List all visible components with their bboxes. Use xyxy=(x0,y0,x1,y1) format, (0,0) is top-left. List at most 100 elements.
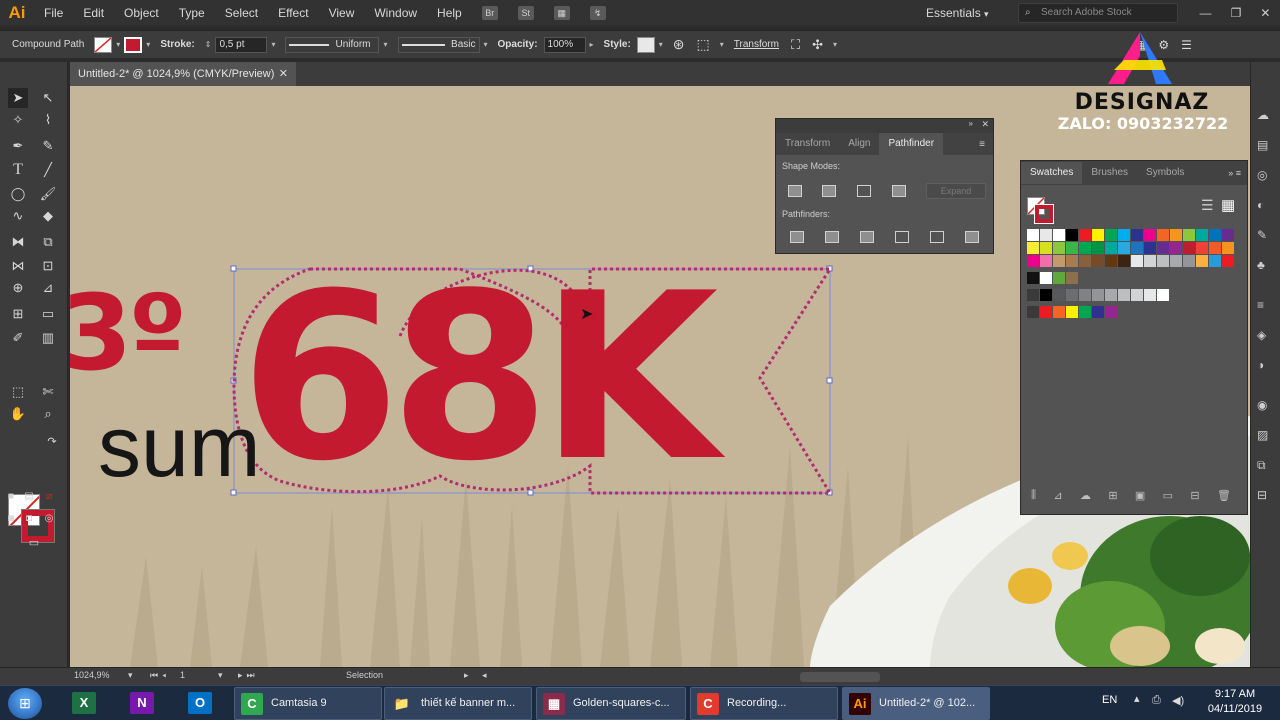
dock-icon-brushes[interactable]: ✎ xyxy=(1257,228,1267,242)
color-mode-icon[interactable]: ■ xyxy=(4,490,18,504)
swatch-chip[interactable] xyxy=(1105,255,1117,267)
tab-brushes[interactable]: Brushes xyxy=(1082,162,1137,184)
swatch-chip[interactable] xyxy=(1222,242,1234,254)
minimize-button[interactable]: — xyxy=(1200,6,1212,20)
swatch-chip[interactable] xyxy=(1053,242,1065,254)
brush-definition[interactable]: Basic xyxy=(397,36,480,53)
variable-width-profile[interactable]: Uniform xyxy=(285,36,380,53)
active-stroke-swatch[interactable] xyxy=(1034,204,1054,224)
list-view-icon[interactable]: ☰ xyxy=(1201,197,1214,214)
zoom-dropdown-icon[interactable]: ▾ xyxy=(128,670,138,684)
style-dropdown-icon[interactable]: ▾ xyxy=(655,40,667,49)
swatch-chip[interactable] xyxy=(1118,289,1130,301)
swatch-chip[interactable] xyxy=(1066,229,1078,241)
network-icon[interactable]: ⎙ xyxy=(1152,694,1166,710)
taskbar-recording[interactable]: C Recording... xyxy=(690,687,838,720)
clock-time[interactable]: 9:17 AM xyxy=(1200,688,1270,702)
graphic-style-swatch[interactable] xyxy=(636,36,655,53)
swatch-chip[interactable] xyxy=(1131,242,1143,254)
type-tool-icon[interactable]: T xyxy=(8,160,28,180)
stroke-swatch[interactable] xyxy=(124,36,143,53)
divide-icon[interactable] xyxy=(790,231,804,243)
pen-tool-icon[interactable]: ✒ xyxy=(8,136,28,156)
onenote-icon[interactable]: N xyxy=(130,692,154,714)
recolor-artwork-icon[interactable]: ⊛ xyxy=(667,36,691,53)
cloud-libraries-icon[interactable]: ☁ xyxy=(1080,489,1091,505)
swatch-chip[interactable] xyxy=(1105,306,1117,318)
menu-select[interactable]: Select xyxy=(215,0,268,26)
artboard-prev-icon[interactable]: ⏮◂ xyxy=(150,670,180,684)
stroke-weight-field[interactable]: 0,5 pt xyxy=(215,36,268,53)
swatch-chip[interactable] xyxy=(1079,242,1091,254)
outlook-icon[interactable]: O xyxy=(188,692,212,714)
menu-edit[interactable]: Edit xyxy=(73,0,114,26)
paintbrush-tool-icon[interactable]: 🖌 xyxy=(38,184,58,204)
swatch-chip[interactable] xyxy=(1183,242,1195,254)
swap-fill-stroke-icon[interactable]: ↷ xyxy=(42,432,62,452)
tab-align[interactable]: Align xyxy=(839,133,879,155)
taskbar-illustrator[interactable]: Ai Untitled-2* @ 102... xyxy=(842,687,990,720)
swatch-chip[interactable] xyxy=(1053,255,1065,267)
align-to-icon[interactable]: ⬚ xyxy=(691,36,716,53)
swatch-chip[interactable] xyxy=(1092,289,1104,301)
scale-tool-icon[interactable]: ⧉ xyxy=(38,232,58,252)
brush-dropdown-icon[interactable]: ▾ xyxy=(480,40,492,49)
direct-selection-tool-icon[interactable]: ↖ xyxy=(38,88,58,108)
perspective-grid-tool-icon[interactable]: ⊿ xyxy=(38,278,58,298)
swatch-chip[interactable] xyxy=(1144,289,1156,301)
taskbar-folder[interactable]: 📁 thiết kế banner m... xyxy=(384,687,532,720)
swatch-chip[interactable] xyxy=(1183,255,1195,267)
new-folder-icon[interactable]: ▭ xyxy=(1163,489,1173,505)
swatch-chip[interactable] xyxy=(1079,289,1091,301)
dock-icon-appearance[interactable]: ◉ xyxy=(1257,398,1267,412)
swatch-chip[interactable] xyxy=(1105,289,1117,301)
gradient-tool-icon[interactable]: ▭ xyxy=(38,304,58,324)
swatch-chip[interactable] xyxy=(1040,306,1052,318)
swatch-chip[interactable] xyxy=(1040,229,1052,241)
swatch-chip[interactable] xyxy=(1053,272,1065,284)
selection-tool-icon[interactable]: ➤ xyxy=(8,88,28,108)
stroke-stepper-icon[interactable]: ⇕ xyxy=(201,40,216,49)
tab-swatches[interactable]: Swatches xyxy=(1021,162,1083,184)
swatch-chip[interactable] xyxy=(1170,229,1182,241)
opacity-field[interactable]: 100% xyxy=(543,36,586,53)
artwork-main-text[interactable]: 68K xyxy=(240,264,718,494)
shaper-tool-icon[interactable]: ∿ xyxy=(8,206,28,226)
dock-icon-libraries[interactable]: ◎ xyxy=(1257,168,1267,182)
dock-icon-properties[interactable]: ☁ xyxy=(1257,108,1269,122)
transform-link[interactable]: Transform xyxy=(728,39,785,50)
trim-icon[interactable] xyxy=(825,231,839,243)
exclude-icon[interactable] xyxy=(892,185,906,197)
mesh-tool-icon[interactable]: ⊞ xyxy=(8,304,28,324)
swatch-chip[interactable] xyxy=(1196,242,1208,254)
swatch-chip[interactable] xyxy=(1157,229,1169,241)
swatch-chip[interactable] xyxy=(1222,255,1234,267)
stroke-dropdown-icon[interactable]: ▾ xyxy=(142,40,154,49)
artboard-tool-icon[interactable]: ⬚ xyxy=(8,382,28,402)
swatch-chip[interactable] xyxy=(1027,272,1039,284)
expand-button[interactable]: Expand xyxy=(926,183,986,199)
menu-window[interactable]: Window xyxy=(364,0,427,26)
intersect-icon[interactable] xyxy=(857,185,871,197)
unite-icon[interactable] xyxy=(788,185,802,197)
swatch-options-icon[interactable]: ⊞ xyxy=(1108,489,1117,505)
swatch-chip[interactable] xyxy=(1105,242,1117,254)
swatch-chip[interactable] xyxy=(1066,306,1078,318)
taskbar-winrar[interactable]: ▦ Golden-squares-c... xyxy=(536,687,686,720)
puppet-warp-icon[interactable]: ✣ xyxy=(806,37,829,53)
stock-icon[interactable]: St xyxy=(517,6,534,20)
reflect-tool-icon[interactable]: ⧓ xyxy=(8,232,28,252)
swatch-chip[interactable] xyxy=(1157,242,1169,254)
menu-icon[interactable]: ☰ xyxy=(1175,38,1198,52)
scroll-left-icon[interactable]: ◂ xyxy=(482,670,492,684)
stroke-weight-dropdown-icon[interactable]: ▾ xyxy=(267,40,279,49)
swatch-chip[interactable] xyxy=(1170,242,1182,254)
swatch-chip[interactable] xyxy=(1118,242,1130,254)
swatch-grid[interactable] xyxy=(1027,229,1234,319)
arrange-documents-icon[interactable]: ▦ xyxy=(553,6,570,20)
workspace-switcher[interactable]: Essentials ▾ xyxy=(926,3,1000,23)
excel-icon[interactable]: X xyxy=(72,692,96,714)
dock-icon-symbols[interactable]: ♣ xyxy=(1257,258,1265,272)
swatch-chip[interactable] xyxy=(1092,255,1104,267)
search-input[interactable]: ⌕ Search Adobe Stock xyxy=(1018,3,1178,23)
